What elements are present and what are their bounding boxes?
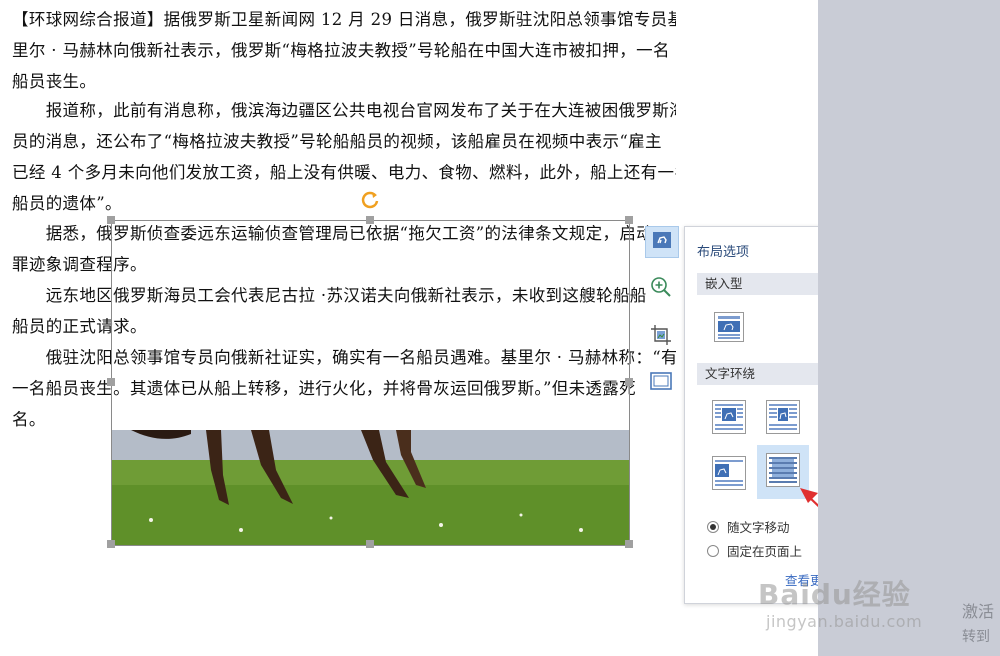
radio-button[interactable] (707, 544, 719, 557)
text-line: 船员丧生。 (12, 72, 97, 91)
resize-handle[interactable] (625, 216, 633, 224)
selected-image[interactable] (107, 191, 633, 548)
zoom-button[interactable] (645, 274, 677, 304)
text-line: 【环球网综合报道】据俄罗斯卫星新闻网 12 月 29 日消息，俄罗斯驻沈阳总领事… (12, 10, 676, 29)
text-line: 报道称，此前有消息称，俄滨海边疆区公共电视台官网发布了关于在大连被困俄罗斯海 (12, 101, 676, 120)
layout-inline-option[interactable] (711, 311, 747, 347)
baidu-watermark: Baidu经验 (758, 578, 911, 611)
workspace-gutter (818, 0, 1000, 656)
tight-wrap-icon (766, 400, 800, 438)
border-frame-icon (650, 372, 672, 394)
document-page[interactable]: 【环球网综合报道】据俄罗斯卫星新闻网 12 月 29 日消息，俄罗斯驻沈阳总领事… (0, 0, 899, 656)
watermark-url: jingyan.baidu.com (766, 612, 923, 631)
resize-handle[interactable] (625, 540, 633, 548)
image-float-toolbar (645, 226, 681, 406)
layout-tight-option[interactable] (765, 400, 801, 438)
panel-title: 布局选项 (697, 245, 750, 260)
layout-options-icon (652, 231, 672, 253)
paragraph-1: 【环球网综合报道】据俄罗斯卫星新闻网 12 月 29 日消息，俄罗斯驻沈阳总领事… (12, 4, 676, 97)
resize-handle[interactable] (366, 216, 374, 224)
text-line: 已经 4 个多月未向他们发放工资，船上没有供暖、电力、食物、燃料，此外，船上还有… (12, 163, 676, 182)
zoom-in-icon (650, 276, 672, 302)
activation-notice-sub: 转到 (962, 629, 990, 645)
resize-handle[interactable] (366, 540, 374, 548)
behind-text-icon (766, 453, 800, 491)
resize-handle[interactable] (107, 216, 115, 224)
radio-move-with-text[interactable]: 随文字移动 (707, 517, 790, 536)
crop-button[interactable] (645, 322, 677, 352)
text-line: 里尔 · 马赫林向俄新社表示，俄罗斯“梅格拉波夫教授”号轮船在中国大连市被扣押，… (12, 41, 670, 60)
activation-notice: 激活 (962, 602, 995, 621)
border-button[interactable] (645, 368, 677, 398)
radio-label: 随文字移动 (727, 520, 790, 535)
resize-handle[interactable] (107, 378, 115, 386)
text-line: 船员的遗体”。 (12, 194, 122, 213)
radio-fixed-position[interactable]: 固定在页面上 (707, 541, 802, 560)
resize-handle[interactable] (625, 378, 633, 386)
inline-layout-icon (714, 312, 744, 346)
layout-square-option[interactable] (711, 400, 747, 438)
top-bottom-wrap-icon (712, 456, 746, 494)
layout-behind-text-option[interactable] (757, 445, 809, 499)
rotate-handle-icon[interactable] (360, 190, 380, 210)
radio-button[interactable] (707, 520, 719, 533)
resize-handle[interactable] (107, 540, 115, 548)
square-wrap-icon (712, 400, 746, 438)
crop-image-icon (650, 324, 672, 350)
selection-border (111, 220, 630, 546)
text-line: 员的消息，还公布了“梅格拉波夫教授”号轮船船员的视频，该船雇员在视频中表示“雇主 (12, 132, 662, 151)
radio-label: 固定在页面上 (727, 544, 803, 559)
layout-top-bottom-option[interactable] (711, 456, 747, 494)
paragraph-2: 报道称，此前有消息称，俄滨海边疆区公共电视台官网发布了关于在大连被困俄罗斯海 员… (12, 95, 676, 219)
layout-options-button[interactable] (645, 226, 679, 258)
